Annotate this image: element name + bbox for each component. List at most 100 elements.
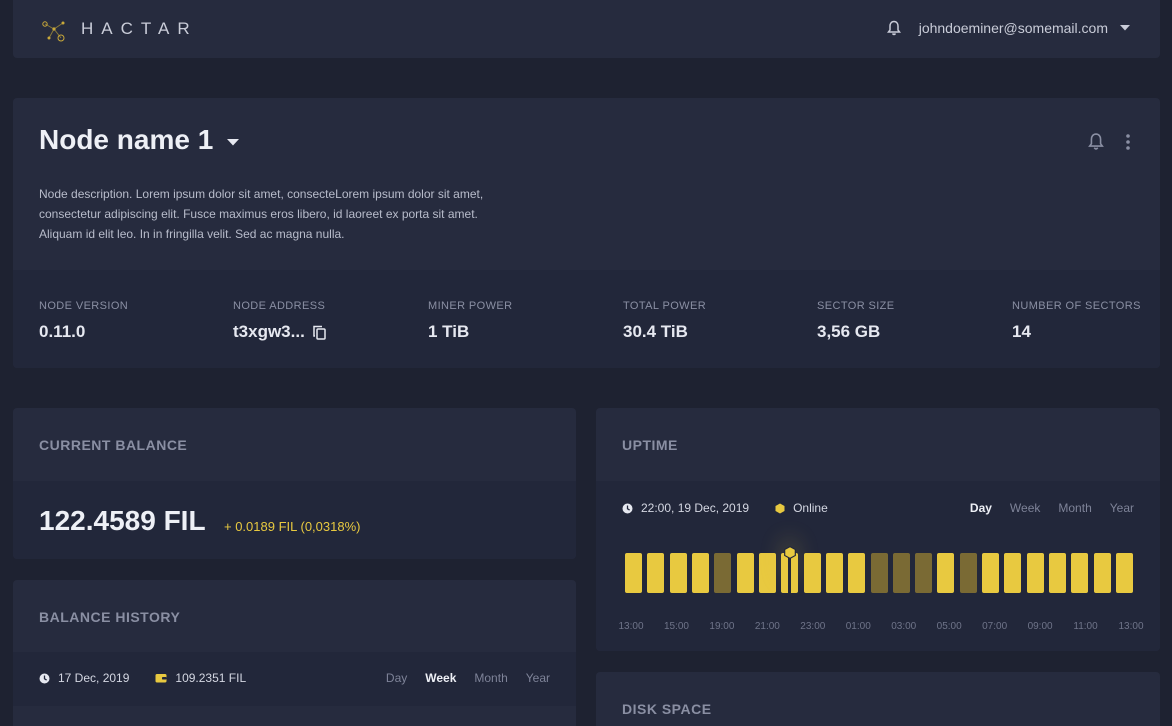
uptime-bar[interactable] xyxy=(714,553,732,593)
stat-label: NODE ADDRESS xyxy=(233,300,326,312)
uptime-bar[interactable] xyxy=(803,553,821,593)
brand-name: HACTAR xyxy=(81,19,198,38)
tab-week[interactable]: Week xyxy=(425,671,456,685)
clock-icon xyxy=(39,673,50,683)
current-balance-card: CURRENT BALANCE 122.4589 FIL + 0.0189 FI… xyxy=(13,408,576,559)
uptime-bar[interactable] xyxy=(982,553,1000,593)
uptime-bar[interactable] xyxy=(647,553,665,593)
stat-number-of-sectors: NUMBER OF SECTORS 14 xyxy=(1012,300,1141,342)
node-description: Node description. Lorem ipsum dolor sit … xyxy=(39,187,484,241)
tab-year[interactable]: Year xyxy=(526,671,550,685)
uptime-bar[interactable] xyxy=(1071,553,1089,593)
uptime-bar[interactable] xyxy=(848,553,866,593)
uptime-bar[interactable] xyxy=(736,553,754,593)
more-options-icon[interactable] xyxy=(1126,133,1130,150)
disk-space-card: DISK SPACE xyxy=(596,672,1160,726)
stat-total-power: TOTAL POWER 30.4 TiB xyxy=(623,300,706,342)
section-title: CURRENT BALANCE xyxy=(39,437,188,453)
history-range-tabs: Day Week Month Year xyxy=(386,671,550,685)
stat-value: 1 TiB xyxy=(428,322,470,341)
stat-label: SECTOR SIZE xyxy=(817,300,895,312)
tab-week[interactable]: Week xyxy=(1010,501,1040,515)
stat-label: MINER POWER xyxy=(428,300,513,312)
clock-icon xyxy=(622,503,633,513)
uptime-bar[interactable] xyxy=(892,553,910,593)
section-title: UPTIME xyxy=(622,437,678,453)
chevron-down-icon[interactable] xyxy=(1120,25,1130,31)
uptime-tick-label: 19:00 xyxy=(709,621,735,632)
tab-year[interactable]: Year xyxy=(1110,501,1134,515)
stat-value: 14 xyxy=(1012,322,1031,341)
tab-month[interactable]: Month xyxy=(1058,501,1091,515)
node-bell-icon[interactable] xyxy=(1088,132,1104,151)
uptime-bar[interactable] xyxy=(691,553,709,593)
uptime-tick-label: 13:00 xyxy=(618,621,644,632)
stat-miner-power: MINER POWER 1 TiB xyxy=(428,300,512,342)
uptime-bar[interactable] xyxy=(669,553,687,593)
uptime-bar[interactable] xyxy=(1004,553,1022,593)
uptime-bar[interactable] xyxy=(915,553,933,593)
stat-label: NODE VERSION xyxy=(39,300,129,312)
status-hexagon-icon xyxy=(775,503,785,513)
user-email[interactable]: johndoeminer@somemail.com xyxy=(919,20,1108,36)
uptime-tick-label: 07:00 xyxy=(982,621,1008,632)
uptime-tick-label: 13:00 xyxy=(1118,621,1144,632)
stat-label: NUMBER OF SECTORS xyxy=(1012,300,1141,312)
uptime-bar[interactable] xyxy=(959,553,977,593)
stat-label: TOTAL POWER xyxy=(623,300,707,312)
wallet-value: 109.2351 FIL xyxy=(175,671,247,685)
node-name[interactable]: Node name 1 xyxy=(39,124,213,156)
uptime-bar[interactable] xyxy=(937,553,955,593)
uptime-tick-label: 03:00 xyxy=(891,621,917,632)
uptime-bar[interactable] xyxy=(1026,553,1044,593)
stat-node-version: NODE VERSION 0.11.0 xyxy=(39,300,128,342)
selected-marker-icon xyxy=(783,546,796,559)
stat-value: t3xgw3... xyxy=(233,322,305,341)
uptime-tick-label: 15:00 xyxy=(663,621,689,632)
uptime-bar[interactable] xyxy=(1116,553,1133,593)
balance-amount: 122.4589 FIL xyxy=(39,505,206,536)
stat-sector-size: SECTOR SIZE 3,56 GB xyxy=(817,300,895,342)
uptime-timestamp: 22:00, 19 Dec, 2019 xyxy=(641,501,750,515)
uptime-card: UPTIME 22:00, 19 Dec, 2019 Online Day We… xyxy=(596,408,1160,651)
tab-day[interactable]: Day xyxy=(386,671,407,685)
uptime-bar[interactable] xyxy=(625,553,642,593)
section-title: BALANCE HISTORY xyxy=(39,609,181,625)
balance-history-card: BALANCE HISTORY 17 Dec, 2019 109.2351 FI… xyxy=(13,580,576,726)
uptime-bar[interactable] xyxy=(825,553,843,593)
uptime-tick-label: 01:00 xyxy=(845,621,871,632)
uptime-tick-label: 11:00 xyxy=(1073,621,1098,632)
tab-day[interactable]: Day xyxy=(970,501,992,515)
uptime-range-tabs: Day Week Month Year xyxy=(970,501,1134,515)
uptime-bar[interactable] xyxy=(758,553,776,593)
bell-icon[interactable] xyxy=(886,20,901,36)
uptime-bar[interactable] xyxy=(870,553,888,593)
balance-change: + 0.0189 FIL (0,0318%) xyxy=(224,519,361,534)
wallet-icon xyxy=(155,674,167,683)
section-title: DISK SPACE xyxy=(622,701,712,717)
stat-value: 30.4 TiB xyxy=(623,322,688,341)
uptime-time-axis: 13:00 15:00 19:00 21:00 23:00 01:00 03:00 05:00… xyxy=(618,621,1143,633)
stat-node-address: NODE ADDRESS t3xgw3... xyxy=(233,300,326,342)
history-date: 17 Dec, 2019 xyxy=(58,671,130,685)
node-card: Node name 1 Node description. Lorem ipsu… xyxy=(13,98,1160,368)
brand-logo[interactable]: HACTAR xyxy=(39,14,198,44)
top-bar: HACTAR johndoeminer@somemail.com xyxy=(13,0,1160,58)
uptime-tick-label: 09:00 xyxy=(1027,621,1053,632)
copy-icon[interactable] xyxy=(313,325,326,340)
stat-value: 0.11.0 xyxy=(39,322,86,341)
selected-marker-line xyxy=(788,553,792,593)
logo-icon xyxy=(42,21,65,42)
stat-value: 3,56 GB xyxy=(817,322,881,341)
node-select-chevron-icon[interactable] xyxy=(227,138,240,146)
uptime-bar[interactable] xyxy=(1049,553,1067,593)
tab-month[interactable]: Month xyxy=(474,671,507,685)
uptime-tick-label: 05:00 xyxy=(936,621,962,632)
uptime-bars xyxy=(625,546,1133,593)
uptime-bar[interactable] xyxy=(1093,553,1111,593)
uptime-tick-label: 21:00 xyxy=(754,621,780,632)
uptime-tick-label: 23:00 xyxy=(800,621,826,632)
uptime-bar-selected[interactable] xyxy=(781,546,799,593)
uptime-status: Online xyxy=(793,501,828,515)
node-stats: NODE VERSION 0.11.0 NODE ADDRESS t3xgw3.… xyxy=(13,270,1160,368)
